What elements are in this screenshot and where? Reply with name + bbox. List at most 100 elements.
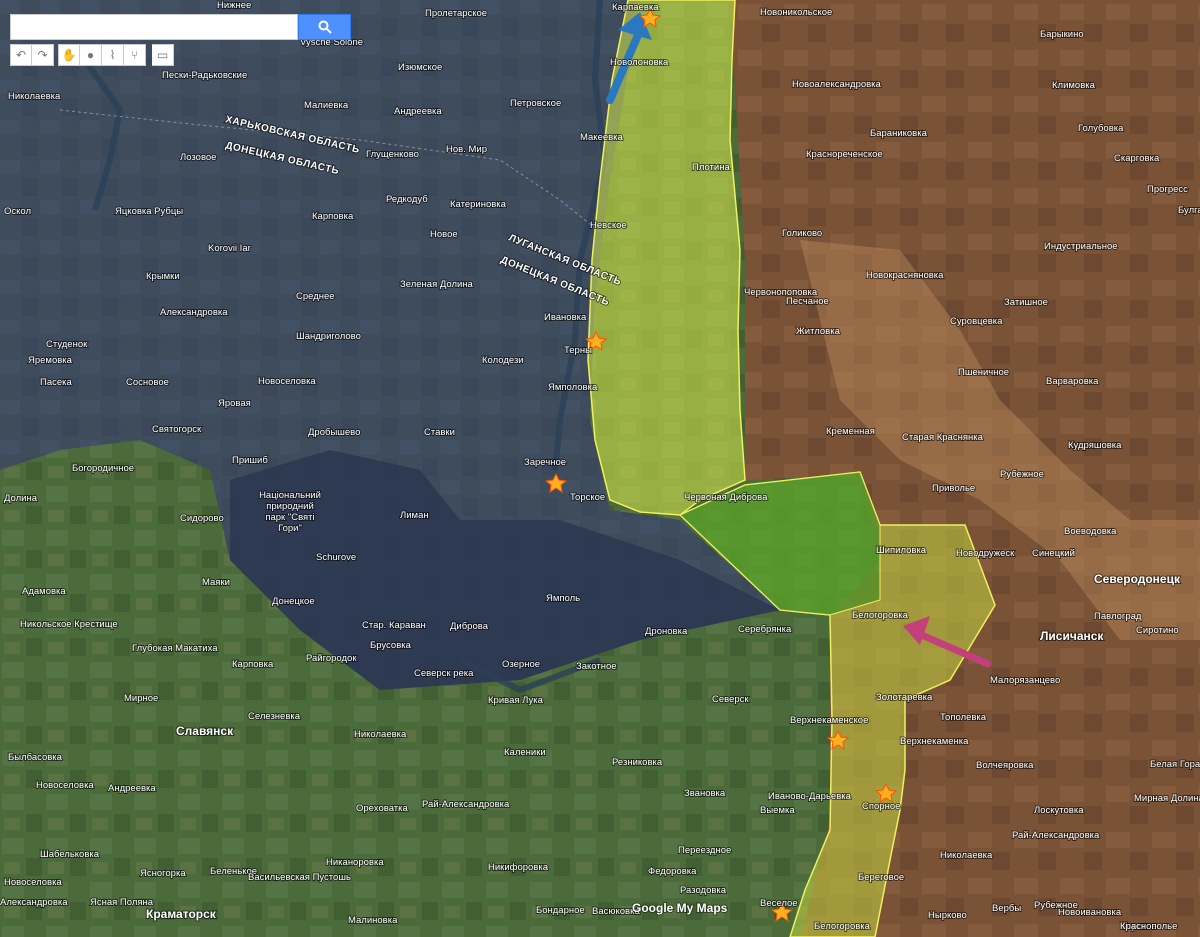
place-label: Скаргoвка bbox=[1114, 153, 1160, 164]
place-label: Карповка bbox=[232, 659, 274, 670]
place-label: Павлоград bbox=[1094, 611, 1142, 622]
place-label: Богородичное bbox=[72, 463, 134, 474]
place-label: Иваново-Дарьевка bbox=[768, 791, 852, 802]
place-label: Пришиб bbox=[232, 455, 268, 466]
place-label: Маяки bbox=[202, 577, 230, 588]
place-label: Береговое bbox=[858, 872, 904, 883]
place-label: Краматорск bbox=[146, 907, 217, 921]
place-label: Нырково bbox=[928, 910, 967, 921]
place-label: Александровка bbox=[0, 897, 68, 908]
place-label: Золотаревка bbox=[876, 692, 933, 703]
place-label: Новоалександровка bbox=[792, 79, 882, 90]
place-label: Мирное bbox=[124, 693, 158, 704]
place-label: Яремовка bbox=[28, 355, 73, 366]
place-label: Александровка bbox=[160, 307, 228, 318]
hand-tool-button[interactable]: ✋ bbox=[58, 44, 80, 66]
place-label: Спорное bbox=[862, 801, 900, 812]
place-label: Орехoватка bbox=[356, 803, 409, 814]
place-label: Озерное bbox=[502, 659, 540, 670]
place-label: Святогорск bbox=[152, 424, 202, 435]
redo-button[interactable]: ↷ bbox=[32, 44, 54, 66]
undo-button[interactable]: ↶ bbox=[10, 44, 32, 66]
place-label: Переездное bbox=[678, 845, 731, 856]
ruler-tool-button[interactable]: ▭ bbox=[152, 44, 174, 66]
place-label: Булгаковка bbox=[1178, 205, 1200, 216]
place-label: Рубежное bbox=[1034, 900, 1078, 911]
place-label: Северск река bbox=[414, 668, 474, 679]
place-label: Рай-Александровка bbox=[422, 799, 510, 810]
place-label: Райгородок bbox=[306, 653, 357, 664]
place-label: Невское bbox=[590, 220, 627, 231]
place-label: Затишное bbox=[1004, 297, 1048, 308]
place-label: Суровцевка bbox=[950, 316, 1003, 327]
place-label: Бондарное bbox=[536, 905, 585, 916]
place-label: Новоселовка bbox=[36, 780, 94, 791]
place-label: Разодовка bbox=[680, 885, 727, 896]
place-label: Ямполь bbox=[546, 593, 580, 604]
place-label: Житловка bbox=[796, 326, 841, 337]
directions-tool-button[interactable]: ⑂ bbox=[124, 44, 146, 66]
place-label: Белогоровка bbox=[814, 921, 871, 932]
place-label: Варваровка bbox=[1046, 376, 1099, 387]
place-label: Нов. Мир bbox=[446, 144, 487, 155]
place-label: Сиротино bbox=[1136, 625, 1179, 636]
place-label: Каленики bbox=[504, 747, 546, 758]
place-label: Былбасовка bbox=[8, 752, 63, 763]
place-label: Лисичанск bbox=[1040, 629, 1104, 643]
place-label: Плотина bbox=[692, 162, 730, 173]
place-label: Песчаное bbox=[786, 296, 829, 307]
place-label: Славянск bbox=[176, 724, 234, 738]
place-label: Терны bbox=[564, 345, 592, 356]
place-label: Донецкое bbox=[272, 596, 315, 607]
place-label: Schurove bbox=[316, 552, 356, 563]
place-label: Выемка bbox=[760, 805, 795, 816]
place-label: Шандриголово bbox=[296, 331, 361, 342]
place-label: Лоскутовка bbox=[1034, 805, 1084, 816]
place-label: Краснополье bbox=[1120, 921, 1177, 932]
place-label: Ямполовка bbox=[548, 382, 598, 393]
place-label: Тополевка bbox=[940, 712, 987, 723]
marker-tool-button[interactable]: ● bbox=[80, 44, 102, 66]
place-label: Новоселовка bbox=[4, 877, 62, 888]
place-label: Рай-Александровка bbox=[1012, 830, 1100, 841]
place-label: Шипиловка bbox=[876, 545, 927, 556]
place-label: Прогресс bbox=[1147, 184, 1188, 195]
search-button[interactable] bbox=[298, 14, 351, 40]
place-label: Стар. Караван bbox=[362, 620, 426, 631]
place-label: Оскол bbox=[4, 206, 31, 217]
place-label: Верхнекаменское bbox=[790, 715, 868, 726]
search-input[interactable] bbox=[10, 14, 298, 40]
place-label: Карповка bbox=[312, 211, 354, 222]
place-label: Макеевка bbox=[580, 132, 624, 143]
place-label: Кудряшовка bbox=[1068, 440, 1122, 451]
place-label: Никольское Крестище bbox=[20, 619, 118, 630]
directions-icon: ⑂ bbox=[130, 48, 139, 62]
place-label: Новоселовка bbox=[258, 376, 316, 387]
place-label: Пшеничное bbox=[958, 367, 1009, 378]
place-label: Кривая Лука bbox=[488, 695, 544, 706]
place-label: Верхнекаменка bbox=[900, 736, 969, 747]
place-label: Белогоровка bbox=[852, 610, 909, 621]
place-label: Диброва bbox=[450, 621, 489, 632]
place-label: Голубовка bbox=[1078, 123, 1124, 134]
place-label: Белая Гора bbox=[1150, 759, 1200, 770]
place-label: Сосновое bbox=[126, 377, 169, 388]
line-tool-button[interactable]: ⌇ bbox=[102, 44, 124, 66]
place-label: Пролетарское bbox=[425, 8, 487, 19]
place-label: Звановка bbox=[684, 788, 726, 799]
svg-text:парк "Святі: парк "Святі bbox=[265, 512, 314, 523]
place-label: Приволье bbox=[932, 483, 975, 494]
place-label: Краснореченское bbox=[806, 149, 883, 160]
place-label: Торское bbox=[570, 492, 605, 503]
place-label: Старая Краснянка bbox=[902, 432, 984, 443]
search-icon bbox=[318, 20, 332, 34]
svg-text:Гори": Гори" bbox=[278, 523, 302, 534]
satellite-map[interactable]: ХАРЬКОВСКАЯ ОБЛАСТЬ ДОНЕЦКАЯ ОБЛАСТЬ ЛУГ… bbox=[0, 0, 1200, 937]
place-label: Андреевка bbox=[108, 783, 156, 794]
place-label: Брусовка bbox=[370, 640, 412, 651]
place-label: Зеленая Долина bbox=[400, 279, 474, 290]
place-label: Карпаевка bbox=[612, 2, 659, 13]
place-label: Ивановка bbox=[544, 312, 587, 323]
place-label: Мирная Долина bbox=[1134, 793, 1200, 804]
place-label: Глубокая Макатиха bbox=[132, 643, 218, 654]
